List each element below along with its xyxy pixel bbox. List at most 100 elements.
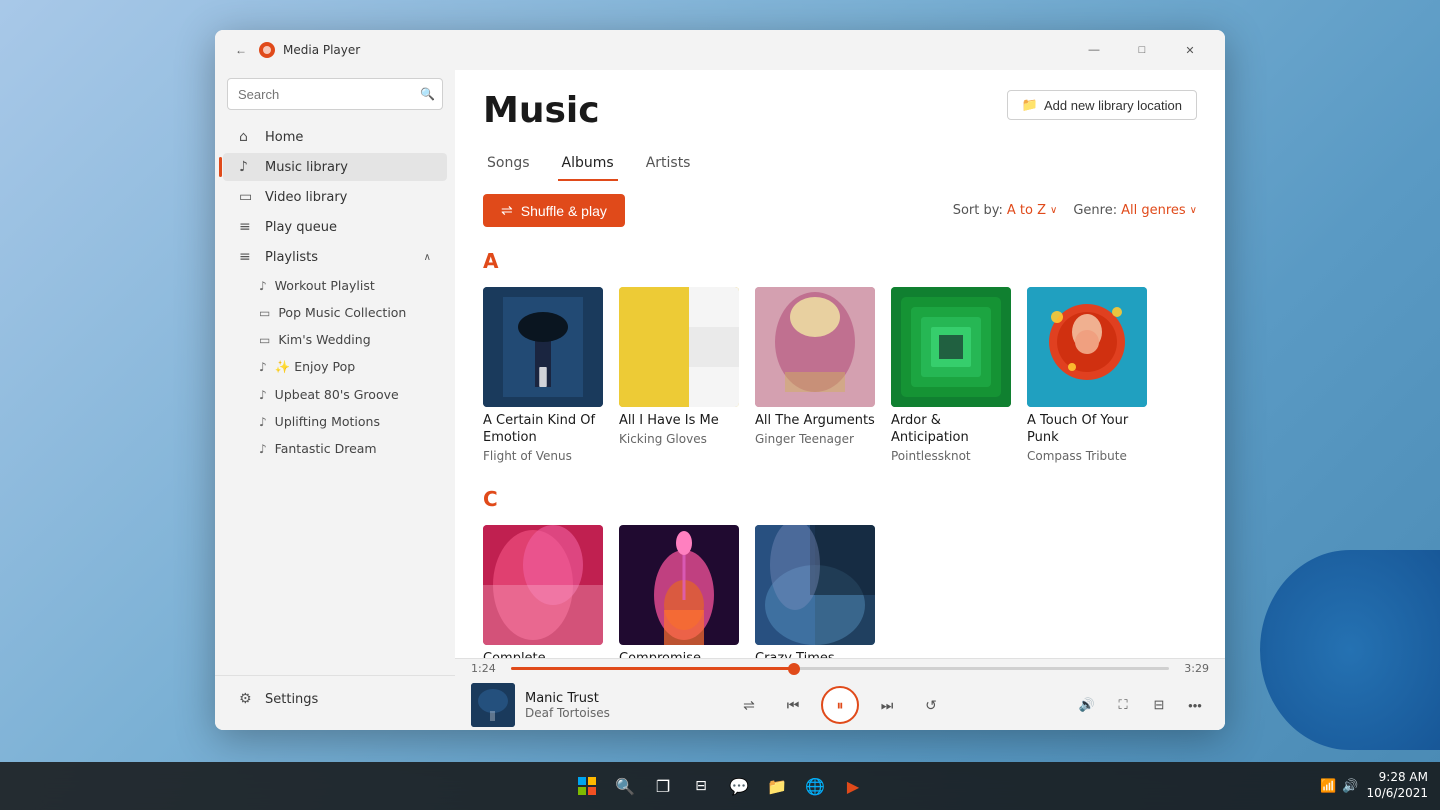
album-art-touch — [1027, 287, 1147, 407]
back-button[interactable]: ← — [227, 36, 255, 64]
album-arguments[interactable]: All The Arguments Ginger Teenager — [755, 287, 875, 463]
time-current: 1:24 — [471, 662, 503, 675]
taskbar-widgets[interactable]: ⊟ — [685, 770, 717, 802]
playlist-label-6: Fantastic Dream — [275, 441, 377, 456]
album-artist-touch: Compass Tribute — [1027, 449, 1147, 463]
sidebar-item-video-library[interactable]: ▭ Video library — [223, 183, 447, 211]
maximize-button[interactable]: □ — [1119, 34, 1165, 66]
volume-button[interactable]: 🔊 — [1073, 691, 1101, 719]
shuffle-play-button[interactable]: ⇌ Shuffle & play — [483, 194, 625, 227]
playlist-label-4: Upbeat 80's Groove — [275, 387, 399, 402]
extra-controls: 🔊 ⛶ ⊟ ••• — [1073, 691, 1209, 719]
playlists-label: Playlists — [265, 250, 318, 265]
genre-control[interactable]: Genre: All genres ∨ — [1073, 203, 1197, 218]
shuffle-button[interactable]: ⇌ — [733, 689, 765, 721]
sidebar-subitem-enjoy-pop[interactable]: ♪ ✨ Enjoy Pop — [223, 354, 447, 380]
album-art-certain — [483, 287, 603, 407]
playlist-icon-1: ▭ — [259, 306, 270, 320]
taskbar-chat[interactable]: 💬 — [723, 770, 755, 802]
tab-songs[interactable]: Songs — [483, 147, 534, 181]
tab-albums[interactable]: Albums — [558, 147, 618, 181]
fullscreen-button[interactable]: ⛶ — [1109, 691, 1137, 719]
taskbar-browser[interactable]: 🌐 — [799, 770, 831, 802]
minimize-button[interactable]: — — [1071, 34, 1117, 66]
sidebar-subitem-upbeat[interactable]: ♪ Upbeat 80's Groove — [223, 382, 447, 407]
sidebar-subitem-fantastic[interactable]: ♪ Fantastic Dream — [223, 436, 447, 461]
album-complete-strangers[interactable]: Complete Strangers Corbin Revival — [483, 525, 603, 658]
search-box: 🔍 — [227, 78, 443, 110]
controls-bar: ⇌ Shuffle & play Sort by: A to Z ∨ Genre… — [455, 180, 1225, 241]
np-artist-name: Deaf Tortoises — [525, 706, 610, 720]
albums-row-c: Complete Strangers Corbin Revival — [483, 525, 1197, 658]
progress-track[interactable] — [511, 667, 1169, 670]
sidebar: 🔍 ⌂ Home ♪ Music library ▭ Video library… — [215, 70, 455, 730]
np-album-art — [471, 683, 515, 727]
video-library-label: Video library — [265, 190, 347, 205]
sidebar-item-playlists[interactable]: ≡ Playlists ∧ — [223, 243, 447, 271]
taskbar-search[interactable]: 🔍 — [609, 770, 641, 802]
album-title-arguments: All The Arguments — [755, 413, 875, 430]
albums-area: A A Certain Kind Of Emotio — [455, 241, 1225, 658]
add-library-button[interactable]: 📁 Add new library location — [1007, 90, 1197, 120]
album-crazy-times[interactable]: Crazy Times Saving Gabrielle — [755, 525, 875, 658]
section-letter-c: C — [483, 487, 1197, 511]
progress-thumb — [788, 663, 800, 675]
sidebar-subitem-workout[interactable]: ♪ Workout Playlist — [223, 273, 447, 298]
playlist-icon-6: ♪ — [259, 442, 267, 456]
clock-time: 9:28 AM — [1366, 770, 1428, 786]
playlists-chevron: ∧ — [424, 252, 431, 263]
album-ardor[interactable]: Ardor & Anticipation Pointlessknot — [891, 287, 1011, 463]
taskbar-media[interactable]: ▶ — [837, 770, 869, 802]
album-art-ardor — [891, 287, 1011, 407]
sidebar-item-music-library[interactable]: ♪ Music library — [223, 153, 447, 181]
sort-label: Sort by: — [953, 203, 1003, 218]
taskbar-taskview[interactable]: ❐ — [647, 770, 679, 802]
taskbar: 🔍 ❐ ⊟ 💬 📁 🌐 ▶ 📶 🔊 9:28 AM 10/6/2021 — [0, 762, 1440, 810]
sidebar-subitem-pop-collection[interactable]: ▭ Pop Music Collection — [223, 300, 447, 325]
header-top: Music 📁 Add new library location — [483, 90, 1197, 131]
sort-control[interactable]: Sort by: A to Z ∨ — [953, 203, 1058, 218]
tab-artists[interactable]: Artists — [642, 147, 695, 181]
album-art-arguments — [755, 287, 875, 407]
page-title: Music — [483, 90, 600, 131]
add-library-icon: 📁 — [1022, 97, 1038, 113]
sidebar-item-settings[interactable]: ⚙ Settings — [223, 685, 447, 713]
search-icon[interactable]: 🔍 — [420, 87, 435, 101]
main-content: Music 📁 Add new library location Songs A… — [455, 70, 1225, 730]
album-touch-punk[interactable]: A Touch Of Your Punk Compass Tribute — [1027, 287, 1147, 463]
next-button[interactable]: ⏭ — [871, 689, 903, 721]
playlists-icon: ≡ — [239, 249, 255, 265]
home-label: Home — [265, 130, 303, 145]
tabs: Songs Albums Artists — [483, 147, 1197, 180]
playlist-icon-0: ♪ — [259, 279, 267, 293]
album-compromise[interactable]: Compromise Moves Fast Pete Brown — [619, 525, 739, 658]
miniplayer-button[interactable]: ⊟ — [1145, 691, 1173, 719]
repeat-button[interactable]: ↺ — [915, 689, 947, 721]
album-certain-kind[interactable]: A Certain Kind Of Emotion Flight of Venu… — [483, 287, 603, 463]
sidebar-item-home[interactable]: ⌂ Home — [223, 123, 447, 151]
np-track-info: Manic Trust Deaf Tortoises — [525, 691, 610, 720]
album-artist-ihave: Kicking Gloves — [619, 432, 739, 446]
add-library-label: Add new library location — [1044, 98, 1182, 113]
sidebar-subitem-uplifting[interactable]: ♪ Uplifting Motions — [223, 409, 447, 434]
album-title-ardor: Ardor & Anticipation — [891, 413, 1011, 447]
shuffle-icon: ⇌ — [501, 202, 513, 219]
album-all-i-have[interactable]: All I Have Is Me Kicking Gloves — [619, 287, 739, 463]
pause-button[interactable]: ⏸ — [821, 686, 859, 724]
taskbar-explorer[interactable]: 📁 — [761, 770, 793, 802]
search-input[interactable] — [227, 78, 443, 110]
album-title-ihave: All I Have Is Me — [619, 413, 739, 430]
start-button[interactable] — [571, 770, 603, 802]
close-button[interactable]: ✕ — [1167, 34, 1213, 66]
playlist-label-5: Uplifting Motions — [275, 414, 380, 429]
sidebar-item-play-queue[interactable]: ≡ Play queue — [223, 213, 447, 241]
genre-arrow: ∨ — [1190, 205, 1197, 216]
album-art-ihave — [619, 287, 739, 407]
prev-button[interactable]: ⏮ — [777, 689, 809, 721]
sidebar-subitem-kims-wedding[interactable]: ▭ Kim's Wedding — [223, 327, 447, 352]
home-icon: ⌂ — [239, 129, 255, 145]
music-icon: ♪ — [239, 159, 255, 175]
titlebar: ← Media Player — □ ✕ — [215, 30, 1225, 70]
album-art-strangers — [483, 525, 603, 645]
more-button[interactable]: ••• — [1181, 691, 1209, 719]
